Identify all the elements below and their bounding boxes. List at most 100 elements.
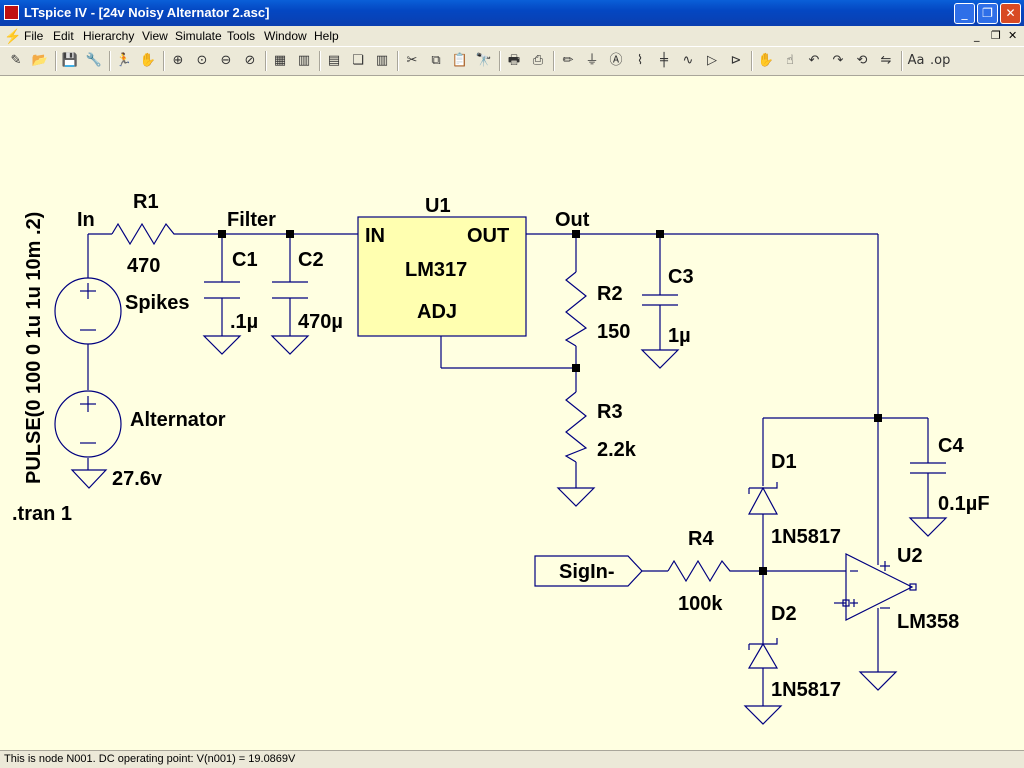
r2-value: 150	[597, 321, 630, 343]
zoom-cancel-icon[interactable]: ⊘	[240, 51, 260, 71]
rotate-icon[interactable]: ⟲	[852, 51, 872, 71]
menu-edit[interactable]: Edit	[53, 29, 74, 43]
r2-ref: R2	[597, 283, 623, 305]
ground-u2	[858, 671, 898, 691]
r4-value: 100k	[678, 593, 723, 615]
new-schematic-icon[interactable]: ✎	[6, 51, 26, 71]
c4-ref: C4	[938, 435, 964, 457]
ground-d2	[743, 705, 783, 725]
draw-wire-icon[interactable]: ✏	[558, 51, 578, 71]
move-icon[interactable]: ✋	[756, 51, 776, 71]
schematic-canvas[interactable]: In Filter Out R1 470 C1 .1µ C2 470µ U1 I…	[0, 76, 1024, 750]
mdi-restore-button[interactable]: ❐	[991, 29, 1001, 42]
junction-out-c3	[656, 230, 664, 238]
copy-icon[interactable]: ⧉	[426, 51, 446, 71]
pan-icon[interactable]: ⊙	[192, 51, 212, 71]
mdi-close-button[interactable]: ✕	[1008, 29, 1017, 42]
menu-tools[interactable]: Tools	[227, 29, 255, 43]
open-icon[interactable]: 📂	[30, 51, 50, 71]
d2-body	[747, 642, 779, 669]
zoom-out-icon[interactable]: ⊖	[216, 51, 236, 71]
tile-vertical-icon[interactable]: ▥	[372, 51, 392, 71]
print-icon[interactable]: ⎙	[528, 51, 548, 71]
status-text: This is node N001. DC operating point: V…	[4, 753, 296, 765]
r3-body	[564, 391, 588, 463]
capacitor-icon[interactable]: ╪	[654, 51, 674, 71]
c3-ref: C3	[668, 266, 694, 288]
toolbar-separator	[265, 51, 267, 71]
mdi-minimize-button[interactable]: _	[974, 29, 980, 42]
toolbar-separator	[553, 51, 555, 71]
menu-hierarchy[interactable]: Hierarchy	[83, 29, 134, 43]
save-icon[interactable]: 💾	[60, 51, 80, 71]
inductor-icon[interactable]: ∿	[678, 51, 698, 71]
diode-icon[interactable]: ▷	[702, 51, 722, 71]
spice-directive-icon[interactable]: .op	[930, 51, 950, 71]
resistor-icon[interactable]: ⌇	[630, 51, 650, 71]
toolbar-separator	[499, 51, 501, 71]
d1-ref: D1	[771, 451, 797, 473]
cut-icon[interactable]: ✂	[402, 51, 422, 71]
schematic-doc-icon[interactable]: ⚡	[4, 28, 21, 45]
d2-ref: D2	[771, 603, 797, 625]
schematic-drawing[interactable]: In Filter Out R1 470 C1 .1µ C2 470µ U1 I…	[0, 76, 1024, 750]
run-icon[interactable]: 🏃	[114, 51, 134, 71]
redo-icon[interactable]: ↷	[828, 51, 848, 71]
junction-vcc	[874, 414, 882, 422]
component-icon[interactable]: ⊳	[726, 51, 746, 71]
menu-view[interactable]: View	[142, 29, 168, 43]
junction-out-r2	[572, 230, 580, 238]
window-title: LTspice IV - [24v Noisy Alternator 2.asc…	[24, 5, 270, 20]
net-label-in: In	[77, 209, 95, 231]
ground-c1	[202, 335, 242, 355]
toolbar-separator	[55, 51, 57, 71]
undo-icon[interactable]: ↶	[804, 51, 824, 71]
halt-icon[interactable]: ✋	[138, 51, 158, 71]
text-icon[interactable]: Aa	[906, 51, 926, 71]
autorange-icon[interactable]: ▦	[270, 51, 290, 71]
menu-simulate[interactable]: Simulate	[175, 29, 222, 43]
junction-filter-c2	[286, 230, 294, 238]
label-net-icon[interactable]: Ⓐ	[606, 51, 626, 71]
d1-value: 1N5817	[771, 526, 841, 548]
u1-pin-out: OUT	[467, 225, 509, 247]
toolbar-separator	[901, 51, 903, 71]
source-spikes-name: Spikes	[125, 292, 189, 314]
title-bar[interactable]: LTspice IV - [24v Noisy Alternator 2.asc…	[0, 0, 1024, 26]
tile-horizontal-icon[interactable]: ▤	[324, 51, 344, 71]
print-setup-icon[interactable]: 🖶	[504, 51, 524, 71]
menu-help[interactable]: Help	[314, 29, 339, 43]
vertical-autorange-icon[interactable]: ▥	[294, 51, 314, 71]
ltspice-app-icon[interactable]	[4, 5, 19, 20]
toolbar-separator	[109, 51, 111, 71]
find-icon[interactable]: 🔭	[474, 51, 494, 71]
source-alternator-name: Alternator	[130, 409, 226, 431]
c2-ref: C2	[298, 249, 324, 271]
ground-icon[interactable]: ⏚	[582, 51, 602, 71]
zoom-in-icon[interactable]: ⊕	[168, 51, 188, 71]
menu-window[interactable]: Window	[264, 29, 307, 43]
r1-ref: R1	[133, 191, 159, 213]
r4-ref: R4	[688, 528, 714, 550]
sigin-label: SigIn-	[559, 561, 615, 583]
menu-bar: ⚡ File Edit Hierarchy View Simulate Tool…	[0, 26, 1024, 46]
maximize-button[interactable]: ❐	[977, 3, 998, 24]
cascade-icon[interactable]: ❏	[348, 51, 368, 71]
menu-file[interactable]: File	[24, 29, 43, 43]
close-button[interactable]: ✕	[1000, 3, 1021, 24]
drag-icon[interactable]: ☝	[780, 51, 800, 71]
minimize-button[interactable]: _	[954, 3, 975, 24]
junction-adj	[572, 364, 580, 372]
ground-v2	[70, 469, 108, 489]
r1-body	[111, 222, 180, 246]
c1-value: .1µ	[230, 311, 258, 333]
r2-body	[564, 271, 588, 347]
paste-icon[interactable]: 📋	[450, 51, 470, 71]
u1-ref: U1	[425, 195, 451, 217]
r4-body	[667, 559, 736, 583]
r3-value: 2.2k	[597, 439, 637, 461]
mirror-icon[interactable]: ⇋	[876, 51, 896, 71]
source-alternator-value: 27.6v	[112, 468, 163, 490]
r3-ref: R3	[597, 401, 623, 423]
control-panel-icon[interactable]: 🔧	[84, 51, 104, 71]
